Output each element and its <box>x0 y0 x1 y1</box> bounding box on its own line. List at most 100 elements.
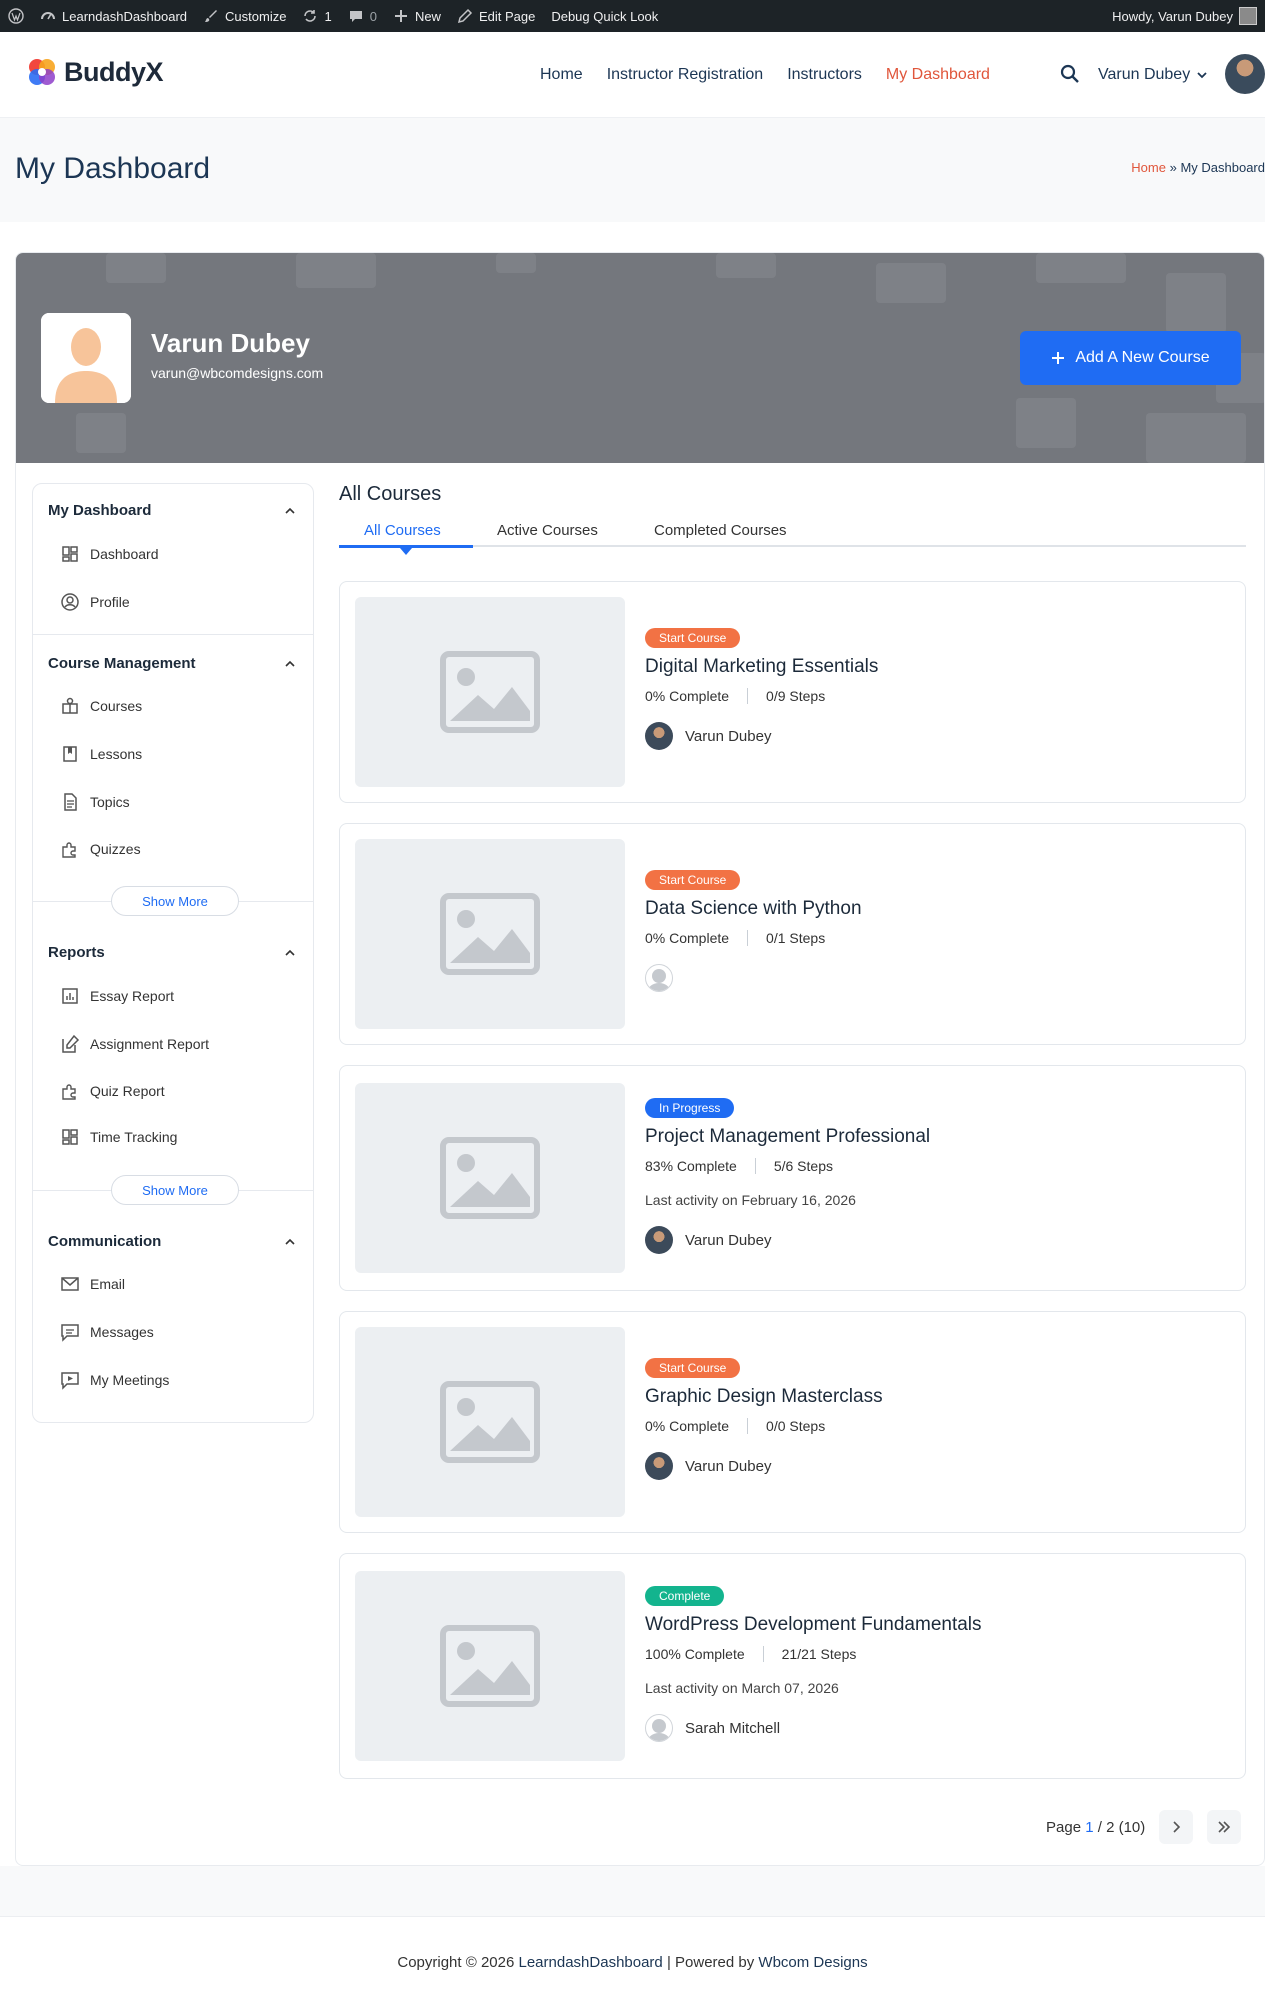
dashboard-gauge-icon <box>41 12 55 20</box>
admin-site-name-label: LearndashDashboard <box>62 8 188 24</box>
dashboard-wrapper: Varun Dubey varun@wbcomdesigns.com Add A… <box>15 252 1265 1866</box>
author-name: Sarah Mitchell <box>685 1719 781 1737</box>
sidebar-item-dashboard[interactable]: Dashboard <box>60 542 159 566</box>
course-author: Sarah Mitchell <box>645 1714 982 1742</box>
admin-customize[interactable]: Customize <box>195 0 294 32</box>
course-card-body: Start Course Digital Marketing Essential… <box>645 628 878 750</box>
course-card[interactable]: Start Course Graphic Design Masterclass … <box>339 1311 1246 1533</box>
video-chat-icon <box>61 1372 79 1390</box>
course-thumbnail[interactable] <box>355 1327 625 1517</box>
chevron-down-icon <box>1197 72 1207 79</box>
admin-site-name[interactable]: LearndashDashboard <box>32 0 195 32</box>
sidebar-item-quizzes[interactable]: Quizzes <box>60 837 141 861</box>
sidebar-item-topics[interactable]: Topics <box>60 790 130 814</box>
tab-all-courses[interactable]: All Courses <box>364 513 441 547</box>
admin-new[interactable]: New <box>385 0 449 32</box>
course-steps: 5/6 Steps <box>773 1158 833 1174</box>
admin-edit-page[interactable]: Edit Page <box>449 0 543 32</box>
sidebar-section-communication[interactable]: Communication <box>48 1233 161 1250</box>
nav-instructor-registration[interactable]: Instructor Registration <box>607 66 764 84</box>
nav-instructors[interactable]: Instructors <box>787 66 862 84</box>
course-complete: 0% Complete <box>645 930 730 946</box>
course-card[interactable]: Complete WordPress Development Fundament… <box>339 1553 1246 1779</box>
sidebar-item-courses[interactable]: Courses <box>60 694 142 718</box>
footer-site-link[interactable]: LearndashDashboard <box>519 1954 663 1971</box>
tab-active-courses[interactable]: Active Courses <box>497 513 598 547</box>
breadcrumb-home[interactable]: Home <box>1131 160 1166 175</box>
page-title: My Dashboard <box>15 152 211 185</box>
last-page-button[interactable] <box>1207 1810 1242 1844</box>
admin-account[interactable]: Howdy, Varun Dubey <box>1112 0 1265 32</box>
sidebar-item-messages[interactable]: Messages <box>60 1320 154 1344</box>
course-title[interactable]: Data Science with Python <box>645 898 862 920</box>
tab-completed-courses[interactable]: Completed Courses <box>654 513 787 547</box>
sidebar-item-email[interactable]: Email <box>60 1272 125 1296</box>
double-chevron-right-icon <box>1218 1821 1231 1833</box>
site-logo[interactable]: BuddyX <box>26 56 164 88</box>
status-badge: Start Course <box>645 1358 741 1378</box>
course-thumbnail[interactable] <box>355 839 625 1029</box>
admin-comments[interactable]: 0 <box>340 0 385 32</box>
course-card-body: Start Course Graphic Design Masterclass … <box>645 1358 883 1480</box>
sidebar-item-lessons[interactable]: Lessons <box>60 742 142 766</box>
image-placeholder-icon <box>440 1625 540 1707</box>
footer-spacer <box>0 1866 1265 1916</box>
pagination-info: Page 1 / 2 (10) <box>1046 1819 1145 1836</box>
sidebar-item-essay-report[interactable]: Essay Report <box>60 984 174 1008</box>
admin-debug[interactable]: Debug Quick Look <box>543 0 666 32</box>
profile-email: varun@wbcomdesigns.com <box>151 365 324 381</box>
header-avatar[interactable] <box>1225 54 1265 94</box>
profile-photo[interactable] <box>41 313 131 403</box>
chevron-up-icon[interactable] <box>283 946 297 960</box>
wordpress-logo-icon[interactable] <box>0 0 32 32</box>
admin-updates[interactable]: 1 <box>294 0 339 32</box>
sidebar-item-assignment-report[interactable]: Assignment Report <box>60 1032 209 1056</box>
sidebar-item-time-tracking[interactable]: Time Tracking <box>60 1125 177 1149</box>
admin-bar: LearndashDashboard Customize 1 0 New Edi… <box>0 0 1265 32</box>
puzzle-icon <box>62 842 76 858</box>
course-thumbnail[interactable] <box>355 1083 625 1273</box>
course-thumbnail[interactable] <box>355 1571 625 1761</box>
show-more-button[interactable]: Show More <box>111 886 239 916</box>
search-icon[interactable] <box>1060 64 1080 84</box>
course-card[interactable]: In Progress Project Management Professio… <box>339 1065 1246 1291</box>
show-more-button[interactable]: Show More <box>111 1175 239 1205</box>
course-complete: 0% Complete <box>645 688 730 704</box>
course-author: Varun Dubey <box>645 722 878 750</box>
grid-icon <box>62 1129 78 1145</box>
admin-debug-label: Debug Quick Look <box>551 8 659 24</box>
sidebar-section-reports[interactable]: Reports <box>48 944 105 961</box>
pagination-current: 1 <box>1085 1818 1094 1836</box>
admin-comments-count: 0 <box>369 8 377 24</box>
next-page-button[interactable] <box>1159 1810 1194 1844</box>
course-tabs: All Courses Active Courses Completed Cou… <box>339 513 1246 555</box>
sidebar-item-profile[interactable]: Profile <box>60 590 130 614</box>
course-title[interactable]: WordPress Development Fundamentals <box>645 1614 982 1636</box>
chevron-up-icon[interactable] <box>283 1235 297 1249</box>
status-badge: In Progress <box>645 1098 735 1118</box>
course-thumbnail[interactable] <box>355 597 625 787</box>
course-steps: 21/21 Steps <box>781 1646 857 1662</box>
sidebar-item-quiz-report[interactable]: Quiz Report <box>60 1079 165 1103</box>
tab-caret-icon <box>400 548 412 555</box>
sidebar-item-my-meetings[interactable]: My Meetings <box>60 1368 169 1392</box>
buddyx-logo-icon <box>29 59 55 85</box>
chevron-up-icon[interactable] <box>283 657 297 671</box>
course-card[interactable]: Start Course Digital Marketing Essential… <box>339 581 1246 803</box>
sidebar-item-label: Courses <box>90 698 143 714</box>
pagination-label: Page <box>1046 1818 1082 1836</box>
chevron-up-icon[interactable] <box>283 504 297 518</box>
add-new-course-button[interactable]: Add A New Course <box>1020 331 1241 385</box>
refresh-icon <box>304 10 317 22</box>
course-card[interactable]: Start Course Data Science with Python 0%… <box>339 823 1246 1045</box>
nav-home[interactable]: Home <box>540 66 583 84</box>
breadcrumb-current: My Dashboard <box>1180 160 1265 175</box>
nav-my-dashboard[interactable]: My Dashboard <box>886 66 990 84</box>
footer-company-link[interactable]: Wbcom Designs <box>758 1954 867 1971</box>
sidebar-section-my-dashboard[interactable]: My Dashboard <box>48 502 151 519</box>
course-title[interactable]: Graphic Design Masterclass <box>645 1386 883 1408</box>
header-user-menu[interactable]: Varun Dubey <box>1098 32 1208 118</box>
sidebar-section-course-management[interactable]: Course Management <box>48 655 196 672</box>
course-title[interactable]: Digital Marketing Essentials <box>645 656 878 678</box>
course-title[interactable]: Project Management Professional <box>645 1126 930 1148</box>
